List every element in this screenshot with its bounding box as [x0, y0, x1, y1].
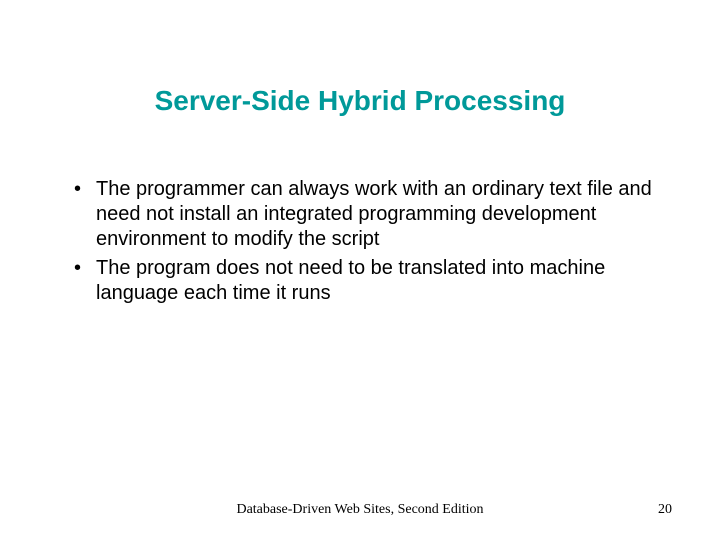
page-number: 20: [658, 502, 672, 518]
bullet-list: The programmer can always work with an o…: [0, 117, 720, 306]
footer-text: Database-Driven Web Sites, Second Editio…: [0, 502, 720, 518]
slide-title: Server-Side Hybrid Processing: [0, 0, 720, 117]
bullet-item: The program does not need to be translat…: [70, 256, 660, 306]
bullet-item: The programmer can always work with an o…: [70, 177, 660, 252]
slide: Server-Side Hybrid Processing The progra…: [0, 0, 720, 540]
